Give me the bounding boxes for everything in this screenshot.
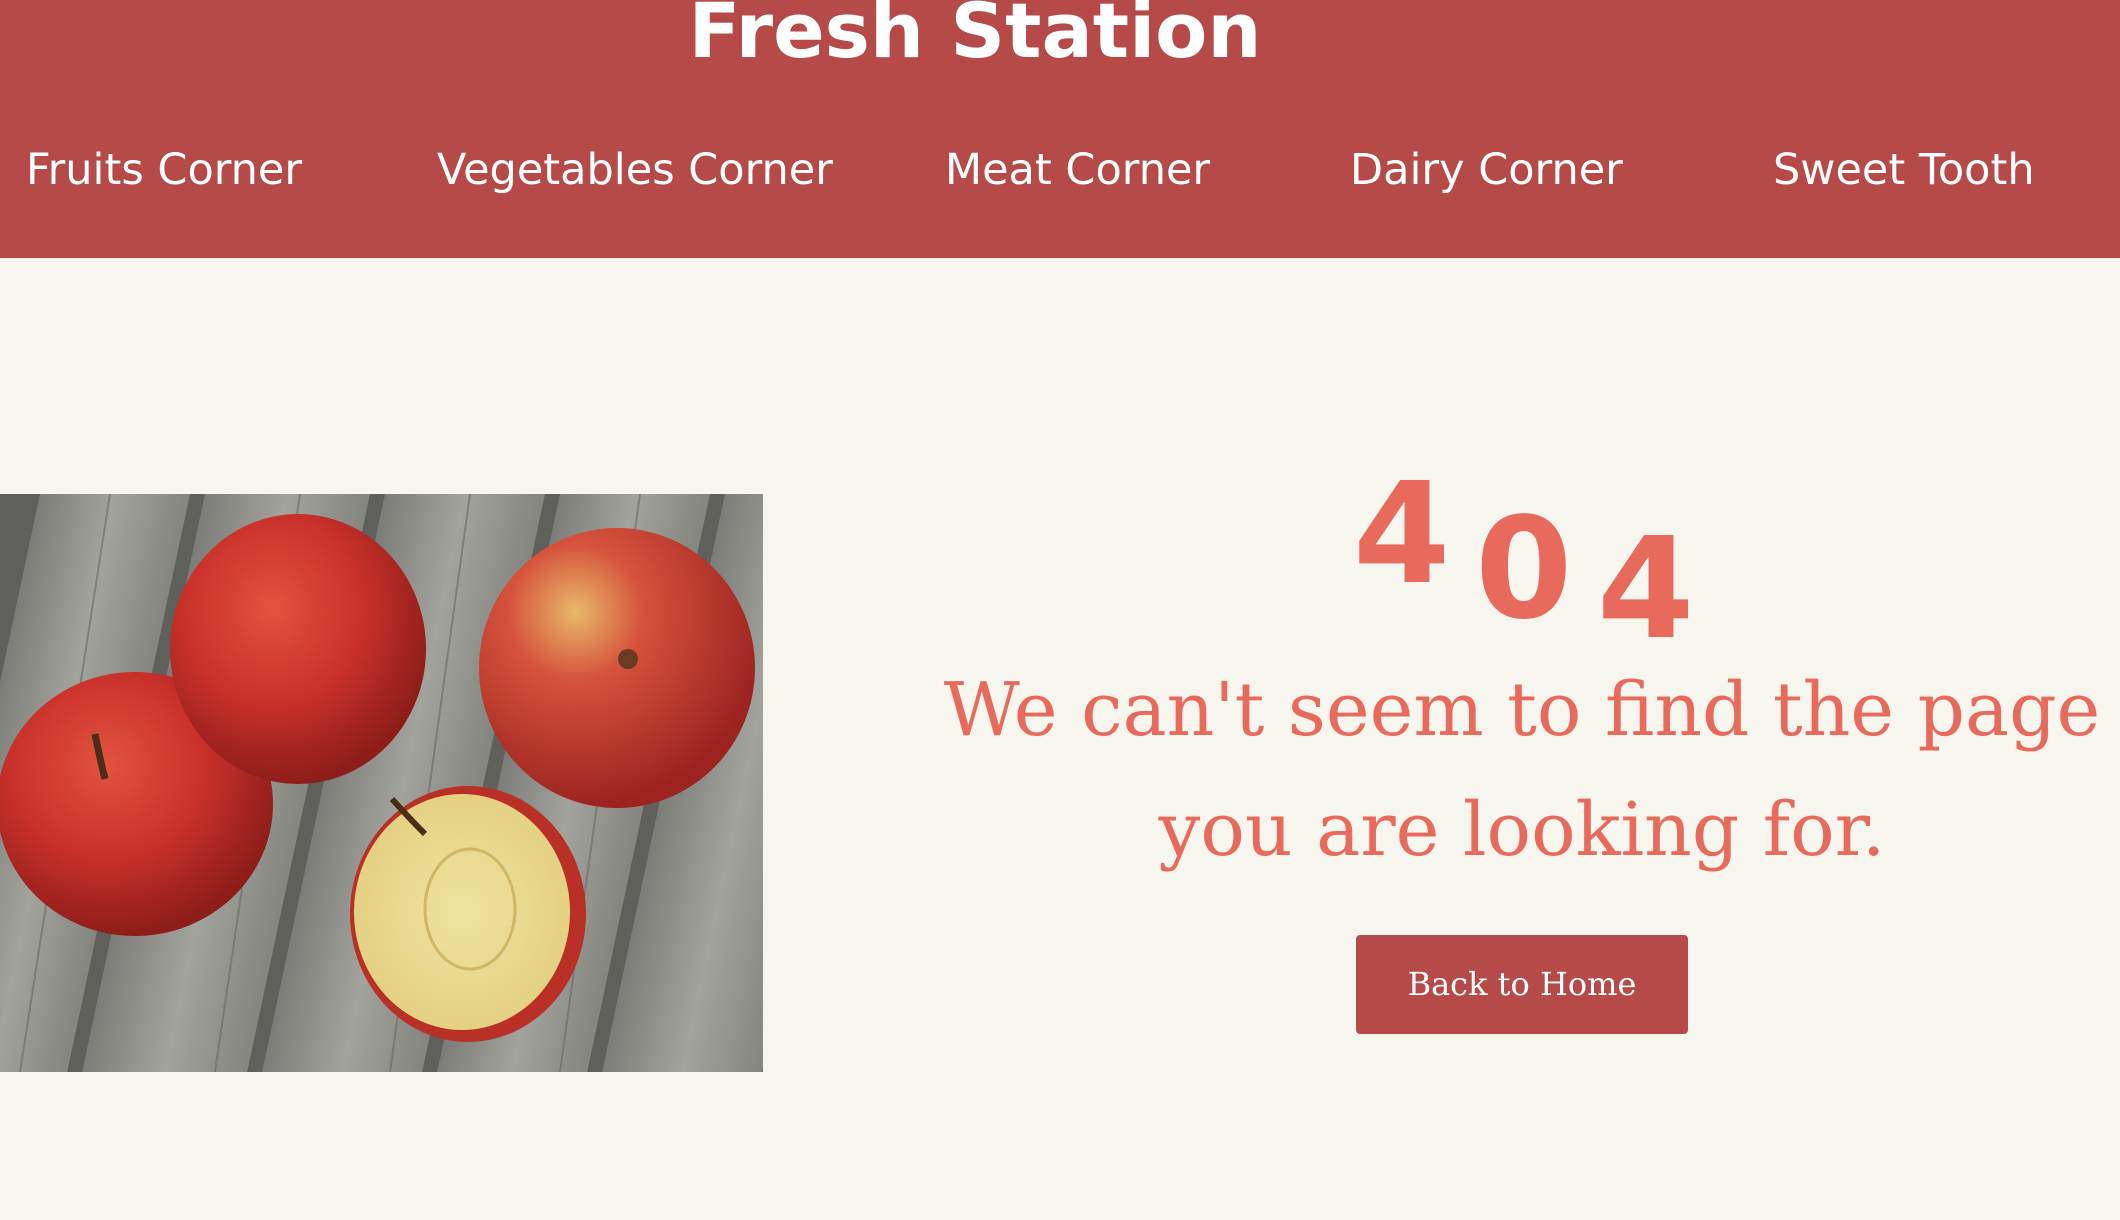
nav-meat-corner[interactable]: Meat Corner	[945, 140, 1210, 200]
apples-photo	[0, 494, 763, 1072]
error-digit-3: 4	[1597, 508, 1695, 671]
error-message: We can't seem to find the page you are l…	[943, 667, 2101, 873]
nav-dairy-corner[interactable]: Dairy Corner	[1350, 140, 1623, 200]
error-digit-1: 4	[1353, 453, 1451, 616]
site-header: Fresh Station Fruits Corner Vegetables C…	[0, 0, 2120, 258]
site-title[interactable]: Fresh Station	[0, 0, 1950, 76]
back-to-home-button[interactable]: Back to Home	[1356, 935, 1688, 1034]
nav-fruits-corner[interactable]: Fruits Corner	[26, 140, 302, 200]
nav-vegetables-corner[interactable]: Vegetables Corner	[437, 140, 833, 200]
nav-sweet-tooth[interactable]: Sweet Tooth	[1773, 140, 2035, 200]
error-digit-2: 0	[1475, 488, 1573, 651]
